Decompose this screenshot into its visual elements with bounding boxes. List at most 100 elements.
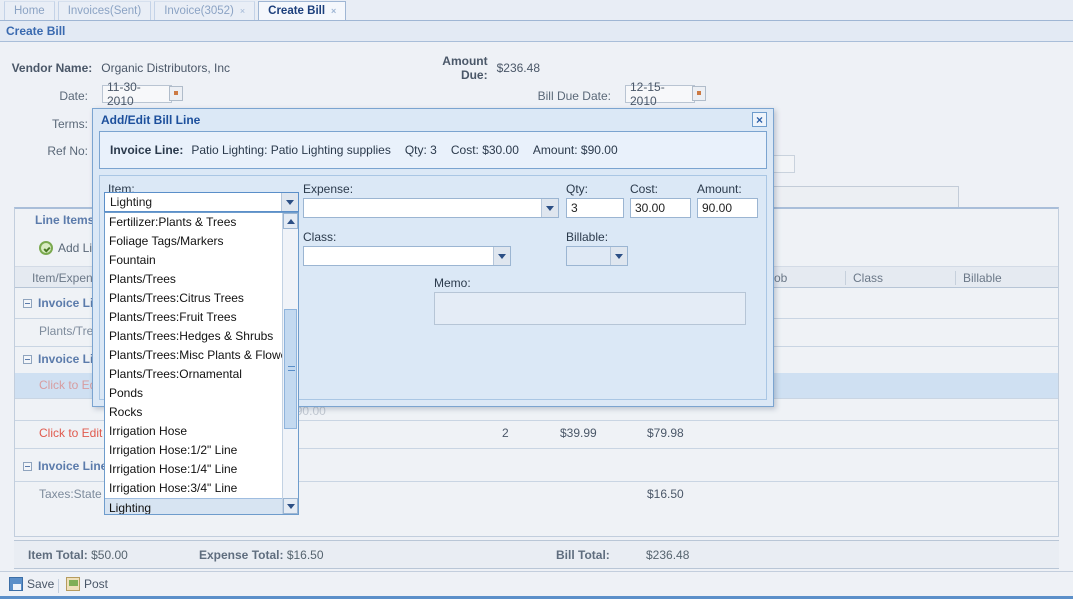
expense-label: Expense: <box>303 182 354 196</box>
vendor-name-label: Vendor Name: <box>11 61 93 75</box>
calendar-icon[interactable] <box>692 86 706 101</box>
row-amount: $16.50 <box>647 487 684 501</box>
dropdown-option[interactable]: Plants/Trees:Fruit Trees <box>105 308 298 327</box>
tab-label: Invoices(Sent) <box>67 5 142 17</box>
dropdown-option[interactable]: Irrigation Hose <box>105 422 298 441</box>
collapse-icon[interactable] <box>23 355 32 365</box>
item-total: Item Total: $50.00 <box>28 548 128 562</box>
memo-textarea[interactable] <box>434 292 746 325</box>
bill-total-label-wrap: Bill Total: <box>556 548 610 562</box>
post-label: Post <box>84 577 109 591</box>
bill-total-value: $236.48 <box>646 548 690 562</box>
close-icon[interactable]: × <box>240 6 245 16</box>
tab-home[interactable]: Home <box>4 1 55 20</box>
row-amount: $79.98 <box>647 426 684 440</box>
item-select-field[interactable]: Lighting <box>104 192 299 212</box>
dropdown-option[interactable]: Foliage Tags/Markers <box>105 232 298 251</box>
qty-input[interactable]: 3 <box>566 198 624 218</box>
scroll-up-button[interactable] <box>283 213 298 229</box>
bill-due-date-input[interactable]: 12-15-2010 <box>625 80 695 108</box>
dropdown-option[interactable]: Plants/Trees:Ornamental <box>105 365 298 384</box>
calendar-icon[interactable] <box>169 86 183 101</box>
invoice-line-label: Invoice Line: <box>110 143 184 157</box>
dropdown-option[interactable]: Irrigation Hose:1/2" Line <box>105 441 298 460</box>
class-select[interactable] <box>303 246 511 266</box>
save-icon <box>9 577 23 591</box>
collapse-icon[interactable] <box>23 462 32 472</box>
tab-create-bill[interactable]: Create Bill × <box>258 1 347 20</box>
amount-input[interactable]: 90.00 <box>697 198 758 218</box>
tab-label: Create Bill <box>268 5 326 17</box>
dropdown-option[interactable]: Ponds <box>105 384 298 403</box>
dropdown-option[interactable]: Plants/Trees:Hedges & Shrubs <box>105 327 298 346</box>
amount-due-row: Amount Due: $236.48 <box>440 54 540 82</box>
invoice-line-description: Patio Lighting: Patio Lighting supplies <box>191 143 391 157</box>
close-icon[interactable]: × <box>331 6 336 16</box>
date-row: Date: <box>0 86 88 106</box>
expense-total-label: Expense Total: <box>199 548 284 562</box>
bottom-toolbar: Save Post <box>0 571 1073 599</box>
dropdown-option[interactable]: Fountain <box>105 251 298 270</box>
dropdown-option[interactable]: Lighting <box>105 498 298 514</box>
expense-select[interactable] <box>303 198 559 218</box>
tab-invoice-3052[interactable]: Invoice(3052) × <box>154 1 256 20</box>
post-icon <box>66 577 80 591</box>
totals-bar: Item Total: $50.00 Expense Total: $16.50… <box>14 540 1059 569</box>
dropdown-option[interactable]: Rocks <box>105 403 298 422</box>
invoice-line-qty: Qty: 3 <box>404 143 437 157</box>
item-dropdown-list[interactable]: Fertilizer:Plants & Trees Foliage Tags/Ma… <box>104 212 299 515</box>
billable-select[interactable] <box>566 246 628 266</box>
chevron-down-icon[interactable] <box>541 199 558 217</box>
group-row-label: Invoice Line: <box>23 459 111 473</box>
terms-row: Terms: <box>0 114 88 134</box>
app-window: Home Invoices(Sent) Invoice(3052) × Crea… <box>0 0 1073 599</box>
item-selected-value: Lighting <box>110 195 153 209</box>
dropdown-option[interactable]: Fertilizer:Plants & Trees <box>105 213 298 232</box>
post-button[interactable]: Post <box>66 577 108 591</box>
cost-input[interactable]: 30.00 <box>630 198 691 218</box>
date-input[interactable]: 11-30-2010 <box>102 80 172 108</box>
dropdown-option[interactable]: Irrigation Hose:3/4" Line <box>105 479 298 498</box>
dropdown-option[interactable]: Plants/Trees:Misc Plants & Flowers <box>105 346 298 365</box>
refno-row: Ref No: <box>0 141 88 161</box>
amount-label: Amount: <box>697 182 742 196</box>
billable-label: Billable: <box>566 230 609 244</box>
dropdown-scrollbar[interactable] <box>282 213 298 514</box>
toolbar-divider <box>58 579 59 593</box>
tab-label: Invoice(3052) <box>164 5 234 17</box>
chevron-down-icon[interactable] <box>610 247 627 265</box>
collapse-icon[interactable] <box>23 299 32 309</box>
expense-total-value: $16.50 <box>286 548 324 562</box>
vendor-name-value: Organic Distributors, Inc <box>101 61 230 75</box>
save-button[interactable]: Save <box>9 577 54 591</box>
bill-due-date-label: Bill Due Date: <box>537 89 611 103</box>
grip-icon <box>288 366 295 371</box>
refno-label: Ref No: <box>47 144 88 158</box>
vendor-name-row: Vendor Name: Organic Distributors, Inc <box>0 58 230 78</box>
bill-due-date-row: Bill Due Date: <box>440 86 611 106</box>
tab-bar: Home Invoices(Sent) Invoice(3052) × Crea… <box>0 0 1073 21</box>
chevron-down-icon[interactable] <box>493 247 510 265</box>
memo-label: Memo: <box>434 276 471 290</box>
dropdown-option[interactable]: Plants/Trees <box>105 270 298 289</box>
qty-label: Qty: <box>566 182 589 196</box>
class-label: Class: <box>303 230 337 244</box>
invoice-line-amount: Amount: $90.00 <box>532 143 618 157</box>
dropdown-option[interactable]: Irrigation Hose:1/4" Line <box>105 460 298 479</box>
page-title: Create Bill <box>0 21 1073 42</box>
chevron-down-icon[interactable] <box>281 193 298 211</box>
scroll-down-button[interactable] <box>283 498 298 514</box>
dropdown-option[interactable]: Plants/Trees:Citrus Trees <box>105 289 298 308</box>
amount-due-label: Amount Due: <box>442 54 488 82</box>
add-icon <box>39 241 53 255</box>
expense-total: Expense Total: $16.50 <box>199 548 324 562</box>
terms-label: Terms: <box>52 117 88 131</box>
close-icon[interactable]: × <box>752 112 767 127</box>
item-total-label: Item Total: <box>28 548 88 562</box>
date-label: Date: <box>59 89 88 103</box>
tab-invoices-sent[interactable]: Invoices(Sent) <box>57 1 152 20</box>
scrollbar-thumb[interactable] <box>284 309 297 429</box>
column-header-billable[interactable]: Billable <box>955 271 1002 285</box>
cost-label: Cost: <box>630 182 659 196</box>
column-header-class[interactable]: Class <box>845 271 883 285</box>
